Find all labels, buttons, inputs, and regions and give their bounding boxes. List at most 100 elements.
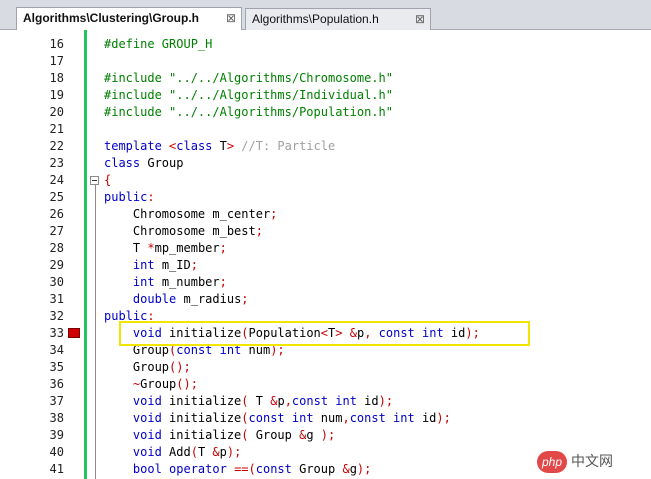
code-token: T bbox=[212, 139, 227, 153]
line-number: 32 bbox=[49, 309, 64, 323]
code-token: , bbox=[342, 411, 350, 425]
line-number: 30 bbox=[49, 275, 64, 289]
code-token: ( bbox=[190, 445, 198, 459]
code-line[interactable]: 19 #include "../../Algorithms/Individual.… bbox=[0, 87, 651, 104]
tab-group-h[interactable]: Algorithms\Clustering\Group.h ⊠ bbox=[16, 7, 242, 30]
line-number: 27 bbox=[49, 224, 64, 238]
code-line[interactable]: 25 public: bbox=[0, 189, 651, 206]
line-number: 26 bbox=[49, 207, 64, 221]
code-token: mp_member bbox=[154, 241, 220, 255]
code-text: void initialize( Group &g ); bbox=[104, 427, 335, 444]
code-token: void bbox=[132, 394, 162, 408]
code-token: Group bbox=[291, 462, 343, 476]
code-token: ; bbox=[190, 258, 198, 272]
code-token: ; bbox=[219, 241, 227, 255]
code-token: > bbox=[226, 139, 235, 153]
code-token: Add bbox=[161, 445, 191, 459]
code-token: T bbox=[104, 241, 148, 255]
code-token: (); bbox=[176, 377, 198, 391]
code-line[interactable]: 30 int m_number; bbox=[0, 274, 651, 291]
code-token: #include "../../Algorithms/Population.h" bbox=[104, 105, 393, 119]
code-text: bool operator ==(const Group &g); bbox=[104, 461, 371, 478]
code-token: //T: Particle bbox=[234, 139, 336, 153]
line-number: 21 bbox=[49, 122, 64, 136]
code-line[interactable]: 23 class Group bbox=[0, 155, 651, 172]
code-line[interactable]: 26 Chromosome m_center; bbox=[0, 206, 651, 223]
code-line[interactable]: 35 Group(); bbox=[0, 359, 651, 376]
code-token: (); bbox=[169, 360, 191, 374]
code-token: ; bbox=[255, 224, 263, 238]
code-line[interactable]: 28 T *mp_member; bbox=[0, 240, 651, 257]
line-number: 17 bbox=[49, 54, 64, 68]
code-text: public: bbox=[104, 189, 155, 206]
code-token: id bbox=[356, 394, 379, 408]
code-line[interactable]: 31 double m_radius; bbox=[0, 291, 651, 308]
code-token: m_radius bbox=[176, 292, 242, 306]
code-text: Chromosome m_center; bbox=[104, 206, 278, 223]
line-number: 29 bbox=[49, 258, 64, 272]
code-token: class bbox=[176, 139, 213, 153]
code-token: m_ID bbox=[154, 258, 191, 272]
code-token: g bbox=[349, 462, 357, 476]
code-token: & bbox=[342, 462, 350, 476]
tab-label: Algorithms\Population.h bbox=[252, 12, 379, 26]
code-line[interactable]: 38 void initialize(const int num,const i… bbox=[0, 410, 651, 427]
code-token: int bbox=[132, 258, 155, 272]
line-number: 36 bbox=[49, 377, 64, 391]
code-line[interactable]: 29 int m_ID; bbox=[0, 257, 651, 274]
code-token: const int bbox=[248, 411, 314, 425]
code-token: ( bbox=[241, 428, 249, 442]
code-token: T bbox=[248, 394, 271, 408]
code-token: ; bbox=[241, 292, 249, 306]
breakpoint-icon[interactable] bbox=[68, 328, 80, 338]
tab-label: Algorithms\Clustering\Group.h bbox=[23, 11, 199, 25]
code-line[interactable]: 17 bbox=[0, 53, 651, 70]
code-line[interactable]: 16 #define GROUP_H bbox=[0, 36, 651, 53]
code-line[interactable]: 21 bbox=[0, 121, 651, 138]
code-token: { bbox=[104, 173, 112, 187]
code-token: ); bbox=[226, 445, 242, 459]
code-line[interactable]: 39 void initialize( Group &g ); bbox=[0, 427, 651, 444]
tab-population-h[interactable]: Algorithms\Population.h ⊠ bbox=[245, 8, 431, 30]
code-editor[interactable]: 16 #define GROUP_H 17 18 #include "../../Alg… bbox=[0, 30, 651, 479]
code-text: #define GROUP_H bbox=[104, 36, 212, 53]
code-line[interactable]: 37 void initialize( T &p,const int id); bbox=[0, 393, 651, 410]
code-line[interactable]: 27 Chromosome m_best; bbox=[0, 223, 651, 240]
code-text: double m_radius; bbox=[104, 291, 249, 308]
code-token: * bbox=[147, 241, 155, 255]
code-token: Group bbox=[140, 156, 184, 170]
line-number: 23 bbox=[49, 156, 64, 170]
code-token: double bbox=[132, 292, 177, 306]
code-token: ( bbox=[241, 394, 249, 408]
line-number: 31 bbox=[49, 292, 64, 306]
close-icon[interactable]: ⊠ bbox=[415, 9, 425, 29]
code-text: Group(); bbox=[104, 359, 191, 376]
watermark: php 中文网 bbox=[537, 451, 641, 473]
code-token: Chromosome m_center bbox=[104, 207, 271, 221]
code-token: Chromosome m_best bbox=[104, 224, 256, 238]
code-line[interactable]: 20 #include "../../Algorithms/Population.… bbox=[0, 104, 651, 121]
code-line[interactable]: 18 #include "../../Algorithms/Chromosome.… bbox=[0, 70, 651, 87]
code-line[interactable]: 22 template <class T> //T: Particle bbox=[0, 138, 651, 155]
fold-collapse-icon[interactable] bbox=[90, 176, 99, 185]
close-icon[interactable]: ⊠ bbox=[226, 8, 236, 28]
code-line[interactable]: 36 ~Group(); bbox=[0, 376, 651, 393]
code-token: Group bbox=[248, 428, 300, 442]
code-token: void bbox=[132, 428, 162, 442]
code-text: #include "../../Algorithms/Chromosome.h" bbox=[104, 70, 393, 87]
php-logo: php bbox=[537, 451, 567, 473]
code-token: & bbox=[212, 445, 220, 459]
watermark-text: 中文网 bbox=[571, 454, 613, 470]
line-number: 35 bbox=[49, 360, 64, 374]
code-token: #define GROUP_H bbox=[104, 37, 213, 51]
code-token: Group bbox=[104, 360, 170, 374]
code-token: bool operator bbox=[132, 462, 227, 476]
code-text: ~Group(); bbox=[104, 376, 198, 393]
code-text: #include "../../Algorithms/Individual.h" bbox=[104, 87, 393, 104]
code-token: void bbox=[132, 445, 162, 459]
